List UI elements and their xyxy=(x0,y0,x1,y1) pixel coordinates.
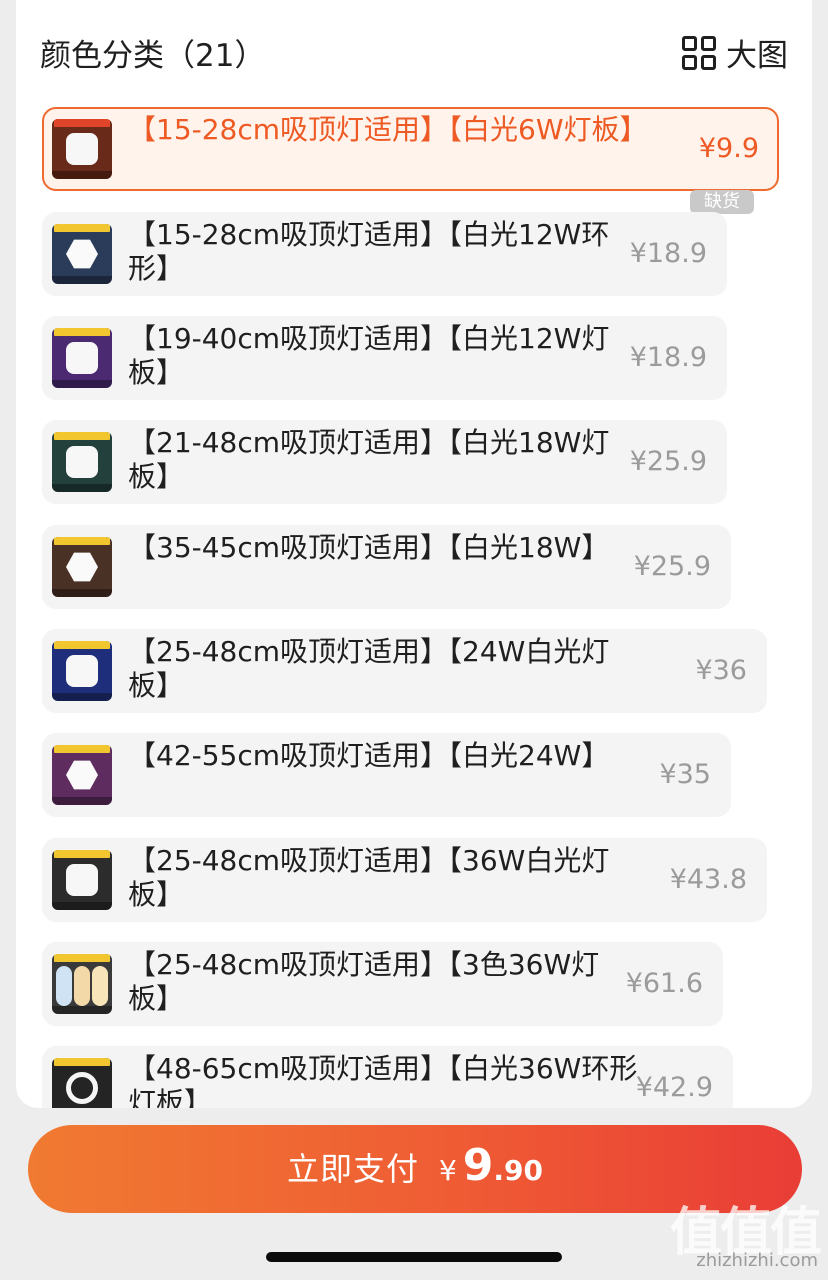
option-price: ¥18.9 xyxy=(629,342,707,373)
watermark-url: zhizhizhi.com xyxy=(696,1250,818,1271)
option-label: 【21-48cm吸顶灯适用】【白光18W灯板】 xyxy=(128,426,610,493)
option-5[interactable]: 【35-45cm吸顶灯适用】【白光18W】 ¥25.9 xyxy=(42,525,731,609)
option-label: 【35-45cm吸顶灯适用】【白光18W】 xyxy=(128,531,610,564)
option-label: 【48-65cm吸顶灯适用】【白光36W环形灯板】 xyxy=(128,1052,638,1108)
option-1[interactable]: 【15-28cm吸顶灯适用】【白光6W灯板】 ¥9.9 xyxy=(42,107,779,191)
option-price: ¥25.9 xyxy=(633,551,711,582)
option-label: 【25-48cm吸顶灯适用】【36W白光灯板】 xyxy=(128,844,610,911)
pay-amount-decimal: .90 xyxy=(493,1154,544,1187)
big-view-label: 大图 xyxy=(726,38,788,74)
product-thumbnail xyxy=(52,432,112,492)
option-label: 【19-40cm吸顶灯适用】【白光12W灯板】 xyxy=(128,322,610,389)
product-thumbnail xyxy=(52,850,112,910)
option-price: ¥61.6 xyxy=(625,968,703,999)
product-thumbnail xyxy=(52,537,112,597)
option-price: ¥35 xyxy=(659,759,711,790)
pay-amount-integer: 9 xyxy=(462,1140,494,1191)
option-4[interactable]: 【21-48cm吸顶灯适用】【白光18W灯板】 ¥25.9 xyxy=(42,420,727,504)
option-9[interactable]: 【25-48cm吸顶灯适用】【3色36W灯板】 ¥61.6 xyxy=(42,942,723,1026)
sku-sheet: 颜色分类（21） 大图 【15-28cm吸顶灯适用】【白光6W灯板】 ¥9.9 … xyxy=(16,0,812,1108)
big-view-toggle[interactable]: 大图 xyxy=(682,30,788,75)
option-price: ¥25.9 xyxy=(629,446,707,477)
product-thumbnail xyxy=(52,641,112,701)
product-thumbnail xyxy=(52,224,112,284)
option-label: 【25-48cm吸顶灯适用】【3色36W灯板】 xyxy=(128,948,600,1015)
option-2[interactable]: 【15-28cm吸顶灯适用】【白光12W环形】 ¥18.9 xyxy=(42,212,727,296)
product-thumbnail xyxy=(52,328,112,388)
option-label: 【15-28cm吸顶灯适用】【白光12W环形】 xyxy=(128,218,610,285)
out-of-stock-badge: 缺货 xyxy=(690,190,754,214)
option-6[interactable]: 【25-48cm吸顶灯适用】【24W白光灯板】 ¥36 xyxy=(42,629,767,713)
category-title: 颜色分类（21） xyxy=(40,38,266,74)
product-thumbnail xyxy=(52,954,112,1014)
option-label: 【15-28cm吸顶灯适用】【白光6W灯板】 xyxy=(128,113,648,146)
sheet-header: 颜色分类（21） 大图 xyxy=(16,0,812,100)
product-thumbnail xyxy=(52,1058,112,1108)
option-price: ¥36 xyxy=(695,655,747,686)
option-price: ¥42.9 xyxy=(635,1072,713,1103)
option-price: ¥43.8 xyxy=(669,864,747,895)
grid-icon xyxy=(682,35,716,70)
option-price: ¥18.9 xyxy=(629,238,707,269)
pay-label: 立即支付 xyxy=(286,1150,419,1188)
pay-currency: ¥ xyxy=(438,1154,457,1187)
option-7[interactable]: 【42-55cm吸顶灯适用】【白光24W】 ¥35 xyxy=(42,733,731,817)
product-thumbnail xyxy=(52,119,112,179)
option-3[interactable]: 【19-40cm吸顶灯适用】【白光12W灯板】 ¥18.9 xyxy=(42,316,727,400)
option-label: 【25-48cm吸顶灯适用】【24W白光灯板】 xyxy=(128,635,610,702)
option-price: ¥9.9 xyxy=(698,133,759,164)
option-10[interactable]: 【48-65cm吸顶灯适用】【白光36W环形灯板】 ¥42.9 xyxy=(42,1046,733,1108)
home-indicator[interactable] xyxy=(266,1252,562,1262)
option-8[interactable]: 【25-48cm吸顶灯适用】【36W白光灯板】 ¥43.8 xyxy=(42,838,767,922)
product-thumbnail xyxy=(52,745,112,805)
option-label: 【42-55cm吸顶灯适用】【白光24W】 xyxy=(128,739,610,772)
